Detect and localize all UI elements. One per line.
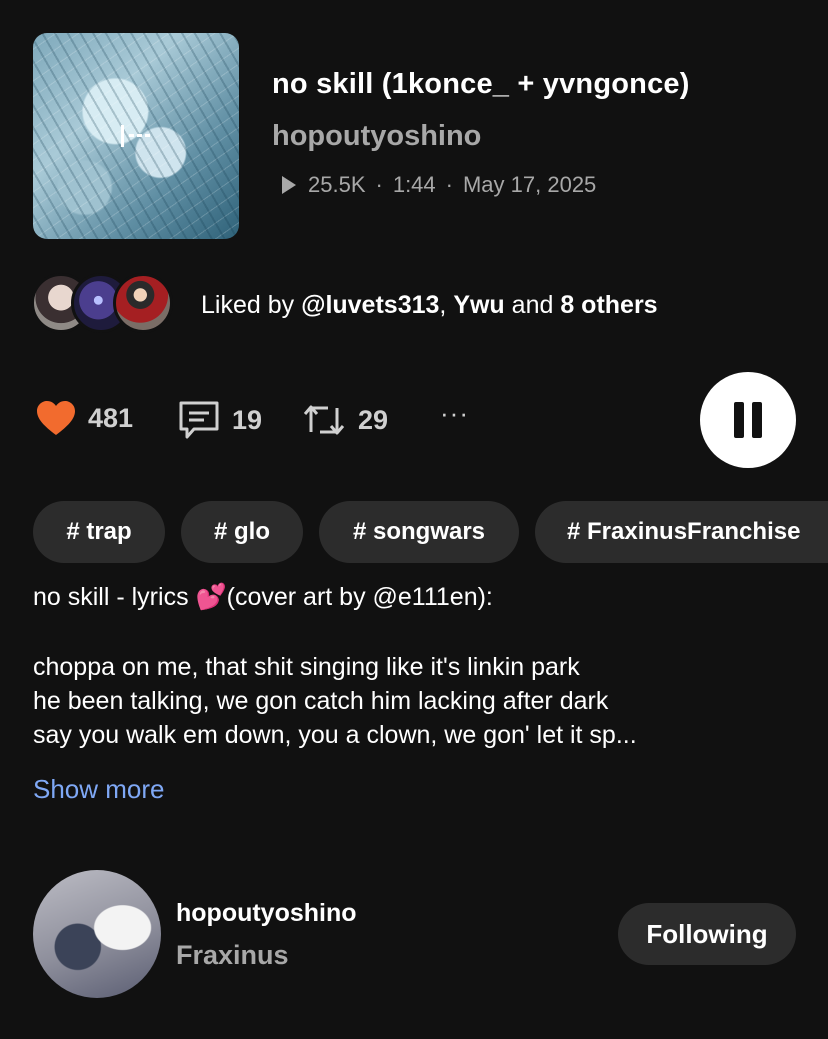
comment-icon bbox=[179, 401, 219, 439]
track-artist[interactable]: hopoutyoshino bbox=[272, 120, 481, 153]
liked-by-prefix: Liked by bbox=[201, 291, 302, 319]
liked-by-text[interactable]: Liked by @luvets313, Ywu and 8 others bbox=[201, 291, 658, 320]
track-meta: 25.5K · 1:44 · May 17, 2025 bbox=[282, 172, 596, 198]
tag-chip[interactable]: # trap bbox=[33, 501, 165, 563]
user-name[interactable]: hopoutyoshino bbox=[176, 899, 357, 928]
comment-count: 19 bbox=[232, 404, 263, 435]
waveform-bars-icon bbox=[121, 125, 155, 147]
meta-separator: · bbox=[445, 172, 453, 197]
pause-icon bbox=[734, 402, 744, 438]
meta-separator: · bbox=[375, 172, 383, 197]
lyrics-line: he been talking, we gon catch him lackin… bbox=[33, 687, 609, 715]
pause-icon bbox=[752, 402, 762, 438]
liked-by-comma: , bbox=[439, 291, 454, 319]
user-subtitle: Fraxinus bbox=[176, 940, 289, 970]
like-count: 481 bbox=[88, 402, 134, 433]
track-title[interactable]: no skill (1konce_ + yvngonce) bbox=[272, 68, 690, 101]
more-options-icon[interactable]: ··· bbox=[440, 398, 469, 429]
description-body: choppa on me, that shit singing like it'… bbox=[33, 650, 637, 752]
liker-avatar[interactable] bbox=[113, 273, 173, 333]
liker-username[interactable]: Ywu bbox=[453, 291, 504, 319]
following-button[interactable]: Following bbox=[618, 903, 796, 965]
repost-count: 29 bbox=[358, 404, 389, 435]
show-more-link[interactable]: Show more bbox=[33, 774, 165, 805]
play-count-icon bbox=[282, 176, 296, 194]
heart-icon bbox=[37, 401, 75, 435]
repost-icon bbox=[303, 405, 345, 435]
repost-button[interactable]: 29 bbox=[302, 400, 388, 440]
comment-button[interactable]: 19 bbox=[178, 400, 262, 440]
cover-art[interactable] bbox=[33, 33, 239, 239]
track-duration: 1:44 bbox=[392, 172, 436, 197]
lyrics-line: choppa on me, that shit singing like it'… bbox=[33, 653, 580, 681]
pause-button[interactable] bbox=[700, 372, 796, 468]
tag-chip[interactable]: # songwars bbox=[319, 501, 519, 563]
description-heading: no skill - lyrics 💕(cover art by @e111en… bbox=[33, 583, 493, 611]
tag-chip[interactable]: # FraxinusFranchise bbox=[535, 501, 828, 563]
liked-by-others[interactable]: 8 others bbox=[560, 291, 657, 319]
liker-username[interactable]: @luvets313 bbox=[301, 291, 439, 319]
tag-chip[interactable]: # glo bbox=[181, 501, 303, 563]
avatar[interactable] bbox=[33, 870, 161, 998]
track-date: May 17, 2025 bbox=[462, 172, 597, 197]
lyrics-line: say you walk em down, you a clown, we go… bbox=[33, 721, 637, 749]
like-button[interactable]: 481 bbox=[36, 400, 133, 436]
play-count: 25.5K bbox=[308, 172, 366, 197]
liked-by-and: and bbox=[504, 291, 561, 319]
